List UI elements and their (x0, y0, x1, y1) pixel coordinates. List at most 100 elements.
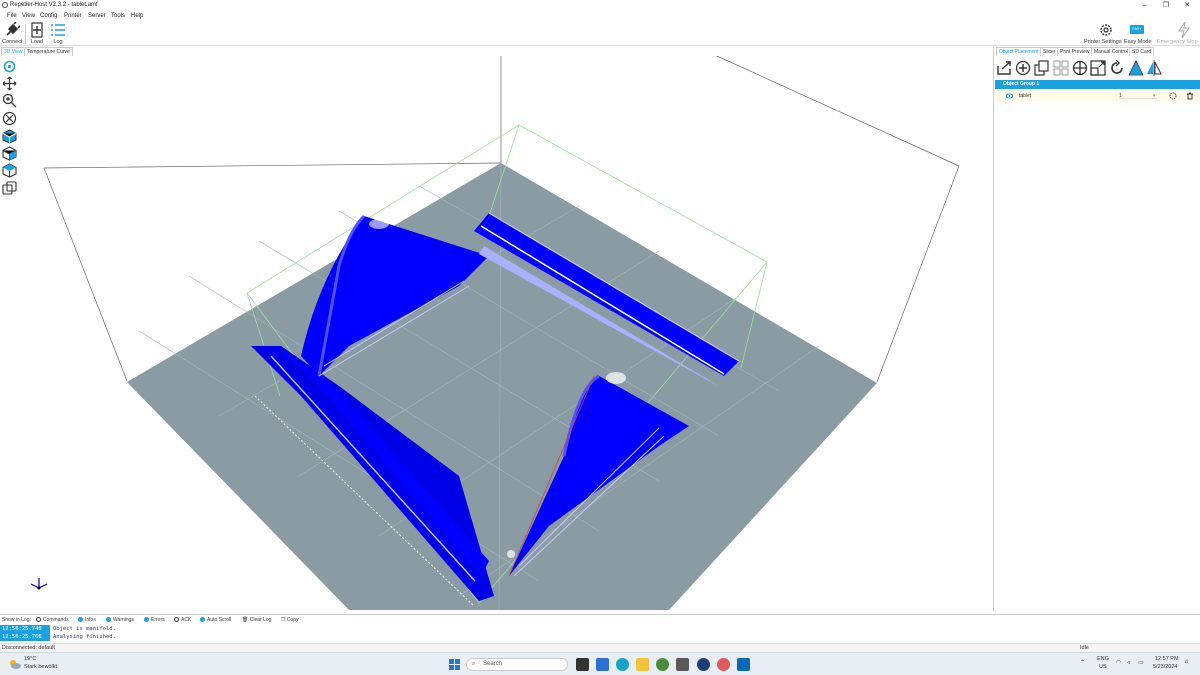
windows-start-icon[interactable] (448, 658, 461, 671)
app-icon[interactable] (697, 658, 710, 671)
list-icon (51, 24, 65, 36)
copy-objects-icon[interactable] (1034, 60, 1050, 76)
trash-icon[interactable] (1186, 92, 1194, 100)
tab-temperature-curve[interactable]: Temperature Curve (24, 47, 73, 56)
tab-3d-view[interactable]: 3D View (1, 47, 26, 56)
copy-icon: ❐ (281, 617, 286, 623)
repetier-host-icon[interactable] (737, 658, 750, 671)
clock-date[interactable]: 5/23/2024 (1153, 664, 1177, 670)
menu-config[interactable]: Config (40, 13, 57, 19)
add-object-icon[interactable] (1015, 60, 1031, 76)
rotate-view-icon[interactable] (2, 59, 17, 74)
log-output[interactable]: 12:56:25.748 Object is manifold. 12:56:2… (0, 625, 1196, 642)
infos-radio-icon[interactable] (78, 617, 83, 623)
3d-view[interactable] (19, 56, 991, 610)
teams-icon[interactable] (596, 658, 609, 671)
front-view-icon[interactable] (2, 146, 17, 161)
easy-mode-button[interactable]: EASY Easy Mode (1124, 22, 1152, 45)
object-row[interactable]: tablet 1 ▾ (995, 91, 1200, 101)
menu-tools[interactable]: Tools (111, 13, 125, 19)
center-object-icon[interactable] (1072, 60, 1088, 76)
easy-mode-icon: EASY (1130, 25, 1144, 34)
edge-icon[interactable] (616, 658, 629, 671)
eye-icon[interactable] (1006, 93, 1013, 99)
object-settings-icon[interactable] (1169, 92, 1177, 100)
ack-label: ACK (181, 617, 192, 623)
tab-sd-card[interactable]: SD Card (1129, 47, 1155, 56)
errors-label: Errors (151, 617, 165, 623)
load-icon (31, 22, 43, 38)
auto-scroll-radio-icon[interactable] (200, 617, 205, 623)
move-view-icon[interactable] (2, 76, 17, 91)
menu-file[interactable]: File (7, 13, 17, 19)
clear-log-button[interactable]: 🗑 Clear Log (242, 617, 271, 623)
tab-manual-control[interactable]: Manual Control (1091, 47, 1131, 56)
parallel-view-icon[interactable] (2, 181, 17, 196)
gear-icon (1099, 24, 1112, 36)
menu-help[interactable]: Help (131, 13, 143, 19)
load-button[interactable]: Load (29, 22, 45, 45)
tray-expand-icon[interactable]: ⌃ (1080, 659, 1085, 666)
export-icon[interactable] (996, 60, 1012, 76)
warnings-radio-icon[interactable] (106, 617, 111, 623)
log-option-auto-scroll[interactable]: Auto Scroll (200, 617, 231, 623)
log-option-errors[interactable]: Errors (144, 617, 165, 623)
slack-icon[interactable] (717, 658, 730, 671)
connect-button[interactable]: Connect (2, 21, 23, 45)
menu-server[interactable]: Server (88, 13, 106, 19)
weather-temperature[interactable]: 19°C (24, 656, 36, 662)
menu-printer[interactable]: Printer (64, 13, 82, 19)
copies-input[interactable]: 1 (1119, 91, 1157, 99)
object-group-header[interactable]: Object Group 1 (995, 80, 1200, 89)
taskbar-search[interactable]: ⌕ Search (466, 658, 568, 671)
connect-label: Connect (2, 39, 23, 45)
clock-time[interactable]: 12:57 PM (1155, 656, 1179, 662)
weather-icon[interactable] (8, 658, 22, 670)
print-bed-scene[interactable] (19, 56, 991, 610)
mirror-icon[interactable] (1146, 60, 1162, 76)
copies-spinner-icon[interactable]: ▾ (1153, 91, 1156, 101)
status-bar: Disconnected: default Idle (0, 643, 1200, 652)
chrome-icon[interactable] (656, 658, 669, 671)
title-bar: Repetier-Host V2.3.2 - tablet.amf – ❐ ✕ (0, 0, 1200, 11)
errors-radio-icon[interactable] (144, 617, 149, 623)
close-button[interactable]: ✕ (1178, 1, 1196, 10)
copy-log-button[interactable]: ❐ Copy (281, 617, 299, 623)
menu-view[interactable]: View (22, 13, 35, 19)
log-option-commands[interactable]: Commands (36, 617, 69, 623)
log-option-ack[interactable]: ACK (174, 617, 191, 623)
autoposition-icon[interactable] (1053, 60, 1069, 76)
fit-view-icon[interactable] (2, 111, 17, 126)
weather-description[interactable]: Stark bewölkt (24, 664, 57, 670)
language-indicator[interactable]: ENG (1097, 656, 1109, 662)
top-view-icon[interactable] (2, 163, 17, 178)
emergency-stop-button[interactable]: Emergency Stop (1157, 21, 1198, 45)
wifi-icon[interactable]: ◠ (1116, 659, 1121, 666)
battery-icon[interactable]: ▭ (1138, 659, 1144, 666)
region-indicator[interactable]: US (1099, 664, 1107, 670)
log-option-warnings[interactable]: Warnings (106, 617, 134, 623)
zoom-icon[interactable] (2, 93, 17, 108)
printer-settings-button[interactable]: Printer Settings (1084, 22, 1122, 45)
iso-view-icon[interactable] (2, 129, 17, 144)
maximize-button[interactable]: ❐ (1157, 1, 1175, 10)
log-option-infos[interactable]: Infos (78, 617, 96, 623)
tab-object-placement[interactable]: Object Placement (996, 47, 1042, 56)
store-icon[interactable] (676, 658, 689, 671)
file-explorer-icon[interactable] (636, 658, 649, 671)
ack-radio-icon[interactable] (174, 617, 179, 623)
tab-print-preview[interactable]: Print Preview (1057, 47, 1093, 56)
easy-mode-label: Easy Mode (1124, 39, 1152, 45)
commands-radio-icon[interactable] (36, 617, 41, 623)
scale-icon[interactable] (1090, 60, 1106, 76)
log-button[interactable]: Log (50, 22, 66, 45)
tab-slicer[interactable]: Slicer (1040, 47, 1059, 56)
rotate-icon[interactable] (1109, 60, 1125, 76)
log-line: 12:56:25.766 Analysing finished. (0, 633, 1196, 641)
speaker-icon[interactable]: ◃ (1127, 659, 1130, 666)
notification-bell-icon[interactable]: ♫ (1184, 659, 1189, 665)
view-tabs: 3D View Temperature Curve (0, 47, 990, 56)
task-view-icon[interactable] (576, 658, 589, 671)
cut-icon[interactable] (1128, 60, 1144, 76)
minimize-button[interactable]: – (1136, 1, 1154, 10)
